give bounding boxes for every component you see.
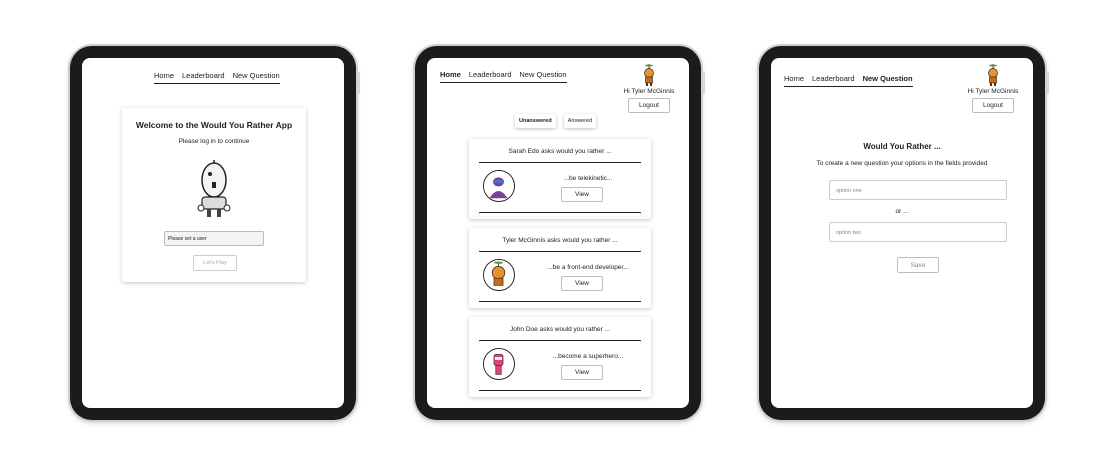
user-select[interactable]: Please set a user [164,231,264,246]
divider [479,390,641,391]
or-label: or ... [895,208,909,215]
question-text: ...be a front-end developer... [547,264,629,271]
question-author: Sarah Edo asks would you rather ... [508,148,612,155]
top-nav: Home Leaderboard New Question [784,74,913,87]
tab-answered[interactable]: Answered [563,114,597,128]
avatar [483,170,515,202]
lets-play-button[interactable]: Let's Play [193,255,237,271]
nav-new-question[interactable]: New Question [233,71,280,80]
question-author: John Doe asks would you rather ... [509,326,611,333]
user-avatar-icon [644,64,654,86]
question-card: Sarah Edo asks would you rather ... ...b… [469,139,651,219]
question-card: Tyler McGinnis asks would you rather ...… [469,228,651,308]
avatar [483,348,515,380]
nav-home[interactable]: Home [784,74,804,83]
user-greeting: Hi Tyler McGinnis [623,88,675,95]
login-subtitle: Please log in to continue [178,138,250,145]
new-question-screen: Home Leaderboard New Question Hi Tyler M… [771,58,1033,408]
top-nav: Home Leaderboard New Question [154,71,280,84]
question-author: Tyler McGinnis asks would you rather ... [502,237,618,244]
nav-leaderboard[interactable]: Leaderboard [812,74,855,83]
divider [479,340,641,341]
divider [479,212,641,213]
view-button[interactable]: View [561,187,603,202]
divider [479,162,641,163]
tablet-new-question: Home Leaderboard New Question Hi Tyler M… [759,46,1049,420]
purple-avatar-icon [484,171,513,200]
page-title: Would You Rather ... [863,142,941,151]
option-two-input[interactable]: option two [829,222,1007,242]
user-avatar-icon [988,64,998,86]
view-button[interactable]: View [561,365,603,380]
home-screen: Home Leaderboard New Question Hi Tyler M… [427,58,689,408]
question-text: ...be telekinetic... [563,175,613,182]
login-title: Welcome to the Would You Rather App [135,120,293,130]
question-card: John Doe asks would you rather ... ...be… [469,317,651,397]
question-tabs: Unanswered Answered [515,114,597,128]
orange-avatar-icon [484,260,513,289]
user-box: Hi Tyler McGinnis Logout [619,64,679,113]
login-card: Welcome to the Would You Rather App Plea… [122,108,306,282]
pink-avatar-icon [484,349,513,378]
divider [479,251,641,252]
view-button[interactable]: View [561,276,603,291]
login-screen: Home Leaderboard New Question Welcome to… [82,58,344,408]
page-subtitle: To create a new question your options in… [816,160,988,167]
nav-home[interactable]: Home [154,71,174,80]
user-greeting: Hi Tyler McGinnis [967,88,1019,95]
user-box: Hi Tyler McGinnis Logout [963,64,1023,113]
nav-new-question[interactable]: New Question [519,70,566,79]
nav-home[interactable]: Home [440,70,461,79]
divider [479,301,641,302]
tablet-home: Home Leaderboard New Question Hi Tyler M… [415,46,705,420]
top-nav: Home Leaderboard New Question [440,70,567,83]
nav-leaderboard[interactable]: Leaderboard [469,70,512,79]
robot-logo-icon [197,160,231,217]
avatar [483,259,515,291]
tab-unanswered[interactable]: Unanswered [515,114,556,128]
logout-button[interactable]: Logout [628,98,670,113]
logout-button[interactable]: Logout [972,98,1014,113]
option-one-input[interactable]: option one [829,180,1007,200]
nav-leaderboard[interactable]: Leaderboard [182,71,225,80]
question-text: ...become a superhero... [552,353,624,360]
save-button[interactable]: Save [897,257,939,273]
tablet-login: Home Leaderboard New Question Welcome to… [70,46,360,420]
nav-new-question[interactable]: New Question [863,74,913,83]
